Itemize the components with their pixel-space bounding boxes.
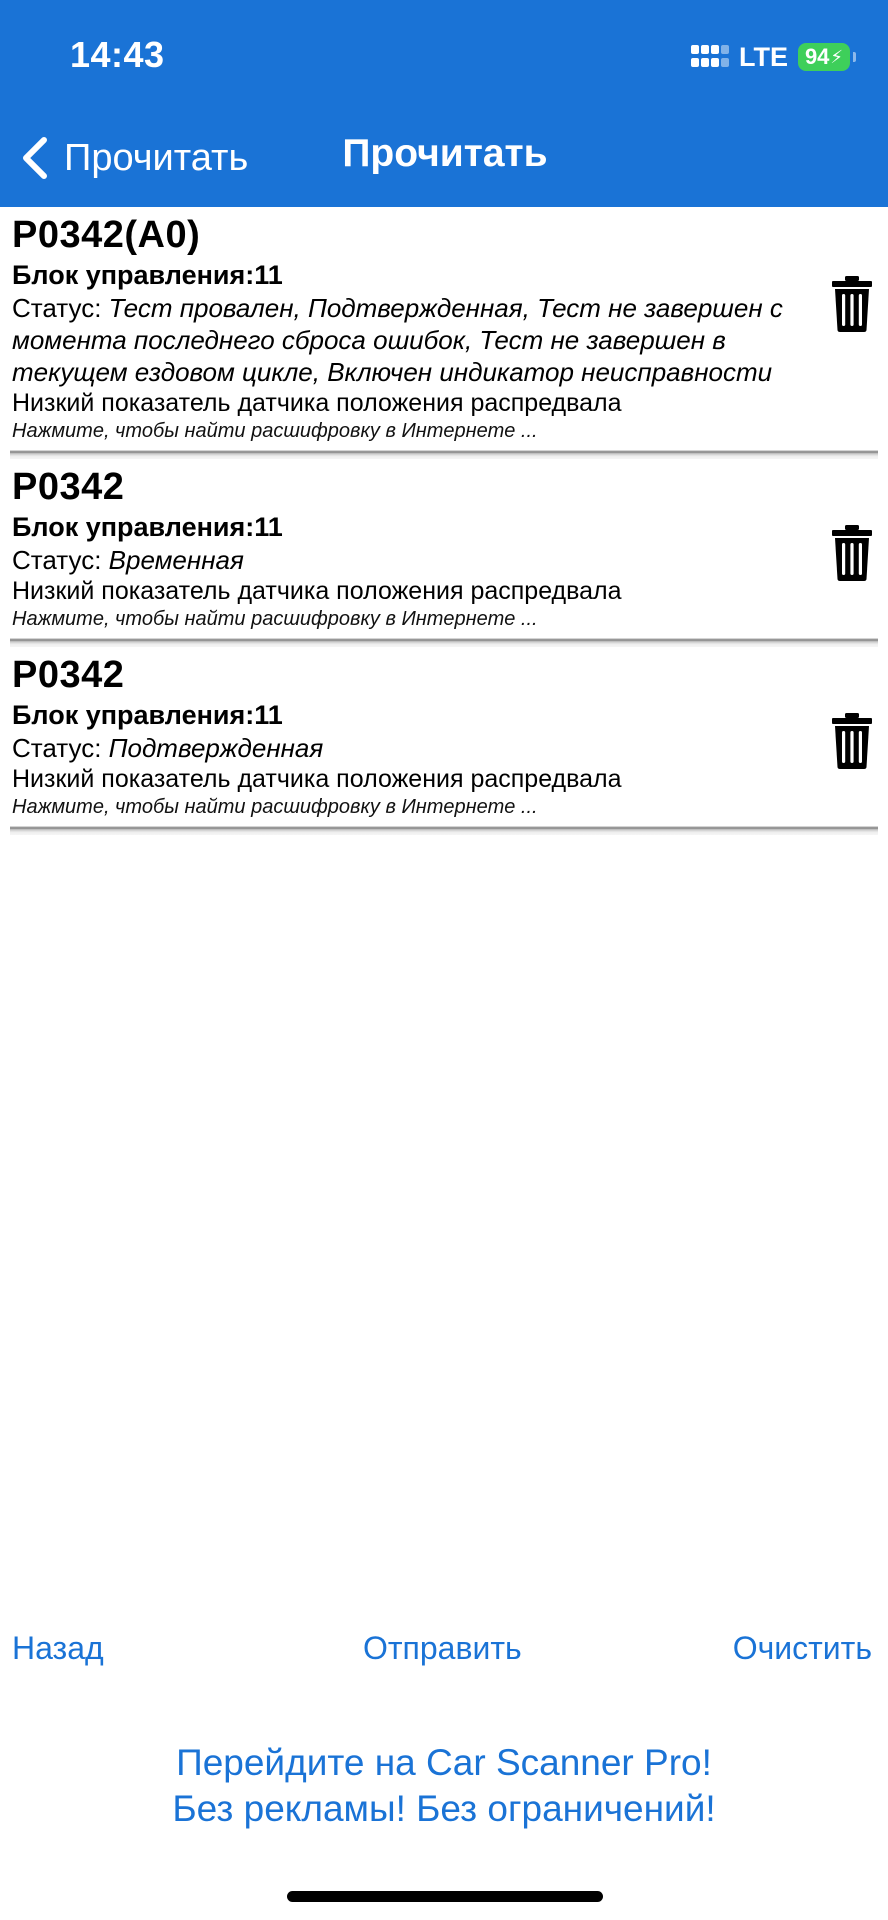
status-label: Статус: [12, 293, 109, 323]
search-online-link[interactable]: Нажмите, чтобы найти расшифровку в Интер… [12, 607, 802, 631]
status-value: Временная [108, 545, 244, 575]
error-ecu: Блок управления:11 [12, 260, 283, 290]
error-item[interactable]: P0342 Блок управления:11 Статус: Подтвер… [10, 647, 888, 835]
trash-icon[interactable] [830, 275, 874, 333]
error-ecu: Блок управления:11 [12, 700, 283, 730]
status-value: Подтвержденная [108, 733, 324, 763]
item-separator [10, 633, 878, 647]
page-title: Прочитать [342, 132, 548, 175]
cellular-signal-icon [691, 45, 729, 69]
bottom-toolbar: Назад Отправить Очистить [0, 1630, 888, 1674]
error-status: Статус: Подтвержденная [12, 732, 802, 764]
trash-icon[interactable] [830, 524, 874, 582]
item-separator [10, 821, 878, 835]
search-online-link[interactable]: Нажмите, чтобы найти расшифровку в Интер… [12, 419, 802, 443]
home-indicator[interactable] [287, 1891, 603, 1902]
error-code: P0342(A0) [12, 214, 201, 256]
error-description: Низкий показатель датчика положения расп… [12, 765, 622, 793]
back-button[interactable]: Назад [12, 1630, 104, 1667]
battery-level: 94 [804, 44, 830, 69]
nav-back-label: Прочитать [64, 136, 249, 179]
error-ecu: Блок управления:11 [12, 512, 283, 542]
status-value: Тест провален, Подтвержденная, Тест не з… [12, 293, 783, 387]
status-indicators: LTE 94 ⚡︎ [691, 40, 856, 74]
status-label: Статус: [12, 545, 109, 575]
trash-icon[interactable] [830, 712, 874, 770]
error-code: P0342 [12, 654, 125, 696]
error-description: Низкий показатель датчика положения расп… [12, 389, 622, 417]
promo-line-1: Перейдите на Car Scanner Pro! [176, 1742, 712, 1783]
error-description: Низкий показатель датчика положения расп… [12, 577, 622, 605]
clear-button[interactable]: Очистить [733, 1630, 872, 1667]
error-item[interactable]: P0342 Блок управления:11 Статус: Временн… [10, 459, 888, 647]
error-status: Статус: Временная [12, 544, 802, 576]
status-time: 14:43 [70, 34, 165, 75]
chevron-left-icon [23, 137, 47, 179]
pro-upgrade-banner[interactable]: Перейдите на Car Scanner Pro! Без реклам… [0, 1740, 888, 1832]
error-list: P0342(A0) Блок управления:11 Статус: Тес… [0, 207, 888, 835]
error-item[interactable]: P0342(A0) Блок управления:11 Статус: Тес… [10, 207, 888, 459]
error-code: P0342 [12, 466, 125, 508]
network-type: LTE [739, 41, 788, 72]
error-status: Статус: Тест провален, Подтвержденная, Т… [12, 292, 802, 388]
status-label: Статус: [12, 733, 109, 763]
promo-line-2: Без рекламы! Без ограничений! [172, 1788, 716, 1829]
app-header: 14:43 LTE 94 ⚡︎ Прочитать Прочитать [0, 0, 888, 207]
charging-bolt-icon: ⚡︎ [830, 46, 844, 67]
nav-back-button[interactable]: Прочитать [18, 130, 248, 186]
battery-icon: 94 ⚡︎ [798, 43, 856, 71]
item-separator [10, 445, 878, 459]
search-online-link[interactable]: Нажмите, чтобы найти расшифровку в Интер… [12, 795, 802, 819]
send-button[interactable]: Отправить [363, 1630, 522, 1667]
